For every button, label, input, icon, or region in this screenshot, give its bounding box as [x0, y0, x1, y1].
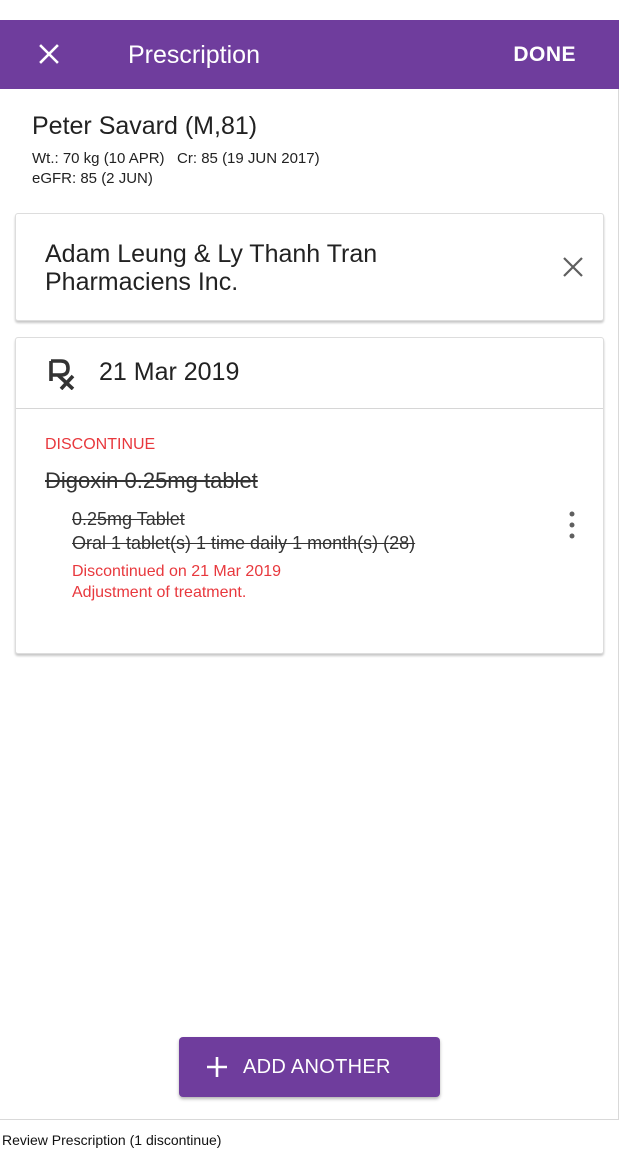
prescription-header: 21 Mar 2019: [16, 338, 603, 409]
drug-directions: Oral 1 tablet(s) 1 time daily 1 month(s)…: [72, 533, 416, 553]
discontinue-reason: Adjustment of treatment.: [72, 584, 247, 601]
status-badge: DISCONTINUE: [45, 436, 156, 453]
add-another-button[interactable]: ADD ANOTHER: [179, 1037, 440, 1097]
prescription-screen: Prescription DONE Peter Savard (M,81) Wt…: [0, 20, 619, 1120]
app-bar: Prescription DONE: [0, 20, 619, 89]
remove-pharmacy-icon[interactable]: [560, 254, 586, 280]
pharmacy-card[interactable]: Adam Leung & Ly Thanh Tran Pharmaciens I…: [15, 213, 604, 321]
drug-name[interactable]: Digoxin 0.25mg tablet: [45, 467, 258, 495]
page-title: Prescription: [128, 41, 260, 69]
discontinued-date: Discontinued on 21 Mar 2019: [72, 563, 282, 580]
app-root: Prescription DONE Peter Savard (M,81) Wt…: [0, 0, 620, 1165]
prescription-card: 21 Mar 2019 DISCONTINUE Digoxin 0.25mg t…: [15, 337, 604, 654]
prescription-date: 21 Mar 2019: [99, 358, 240, 386]
patient-vitals: Wt.: 70 kg (10 APR) Cr: 85 (19 JUN 2017): [32, 150, 320, 167]
screen-caption: Review Prescription (1 discontinue): [2, 1132, 222, 1148]
pharmacy-name: Adam Leung & Ly Thanh Tran Pharmaciens I…: [45, 240, 378, 296]
add-another-label: ADD ANOTHER: [243, 1056, 391, 1078]
rx-icon: [49, 359, 75, 390]
more-vert-icon[interactable]: [567, 510, 577, 540]
plus-icon: [207, 1057, 227, 1077]
patient-name: Peter Savard (M,81): [32, 112, 258, 140]
done-button[interactable]: DONE: [513, 42, 576, 68]
close-icon[interactable]: [34, 39, 64, 69]
drug-form: 0.25mg Tablet: [72, 509, 185, 529]
patient-egfr: eGFR: 85 (2 JUN): [32, 170, 153, 187]
